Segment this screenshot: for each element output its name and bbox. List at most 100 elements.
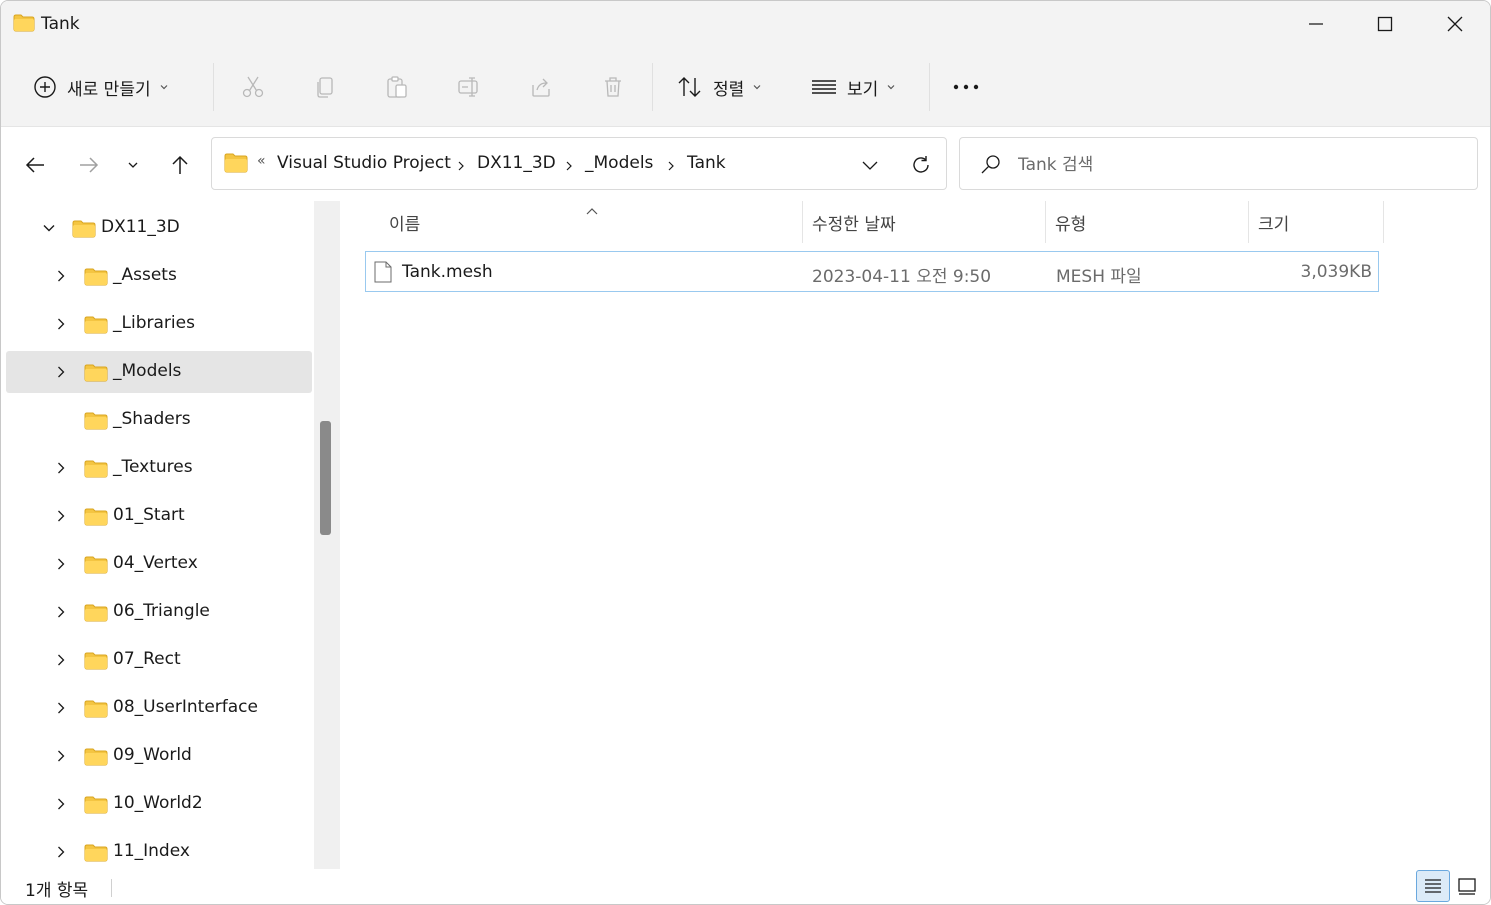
tree-item-04-vertex[interactable]: 04_Vertex [6, 543, 312, 585]
column-header-name-label: 이름 [389, 214, 421, 235]
plus-circle-icon [34, 76, 56, 98]
file-icon [374, 261, 392, 287]
address-history-button[interactable] [856, 152, 884, 178]
new-button[interactable]: 새로 만들기 [33, 67, 169, 107]
breadcrumb-tank[interactable]: Tank [687, 153, 726, 173]
up-button[interactable] [162, 147, 198, 183]
column-header-name[interactable]: 이름 [379, 201, 799, 243]
column-header-date-label: 수정한 날짜 [812, 214, 896, 235]
search-box[interactable] [959, 137, 1478, 190]
more-options-button[interactable] [951, 67, 981, 107]
folder-icon [13, 14, 35, 36]
breadcrumb-dx11-3d[interactable]: DX11_3D [477, 153, 556, 173]
chevron-right-icon[interactable] [54, 557, 68, 571]
folder-icon [84, 508, 108, 530]
paste-button[interactable] [385, 67, 409, 107]
chevron-right-icon[interactable] [54, 797, 68, 811]
share-icon [532, 78, 550, 97]
tree-item-label: _Assets [113, 265, 177, 285]
chevron-right-icon[interactable] [54, 269, 68, 283]
view-button[interactable]: 보기 [811, 67, 896, 107]
folder-icon [84, 652, 108, 674]
close-button[interactable] [1420, 1, 1490, 47]
navigation-scrollbar-thumb[interactable] [320, 421, 331, 535]
column-header-type-label: 유형 [1055, 214, 1087, 235]
tree-item-label: 08_UserInterface [113, 697, 258, 717]
tree-item-label: 06_Triangle [113, 601, 210, 621]
chevron-right-icon[interactable] [54, 317, 68, 331]
file-type: MESH 파일 [1056, 267, 1142, 287]
delete-button[interactable] [601, 67, 625, 107]
address-bar[interactable]: « Visual Studio Project DX11_3D _Models … [211, 137, 947, 190]
tree-item-textures[interactable]: _Textures [6, 447, 312, 489]
tree-item-libraries[interactable]: _Libraries [6, 303, 312, 345]
tree-item-dx11-3d[interactable]: DX11_3D [6, 207, 312, 249]
tree-item-label: 10_World2 [113, 793, 203, 813]
tree-item-shaders[interactable]: _Shaders [6, 399, 312, 441]
tree-item-label: _Models [113, 361, 182, 381]
search-input[interactable] [1018, 152, 1448, 178]
tree-item-assets[interactable]: _Assets [6, 255, 312, 297]
breadcrumb-models[interactable]: _Models [585, 153, 653, 173]
tree-item-label: _Shaders [113, 409, 191, 429]
toolbar-divider [652, 63, 653, 111]
maximize-button[interactable] [1350, 1, 1420, 47]
maximize-icon [1377, 16, 1393, 32]
trash-icon [605, 77, 621, 97]
copy-button[interactable] [313, 67, 337, 107]
chevron-right-icon[interactable] [54, 845, 68, 859]
breadcrumb-visual-studio-project[interactable]: Visual Studio Project [277, 153, 451, 173]
chevron-right-icon[interactable] [54, 749, 68, 763]
minimize-button[interactable] [1281, 1, 1351, 47]
column-divider[interactable] [1383, 201, 1384, 243]
command-bar: 새로 만들기 정렬 보기 [1, 49, 1490, 127]
tree-item-11-index[interactable]: 11_Index [6, 831, 312, 869]
arrow-left-icon [25, 157, 44, 173]
navigation-scrollbar[interactable] [314, 201, 340, 869]
folder-icon [84, 268, 108, 290]
tree-item-07-rect[interactable]: 07_Rect [6, 639, 312, 681]
tree-item-08-userinterface[interactable]: 08_UserInterface [6, 687, 312, 729]
column-header-type[interactable]: 유형 [1045, 201, 1247, 243]
file-row[interactable]: Tank.mesh 2023-04-11 오전 9:50 MESH 파일 3,0… [365, 251, 1379, 292]
folder-icon [84, 316, 108, 338]
refresh-icon [913, 156, 929, 173]
column-header-size[interactable]: 크기 [1248, 201, 1382, 243]
chevron-down-icon[interactable] [42, 221, 56, 235]
chevron-right-icon[interactable] [54, 653, 68, 667]
folder-icon [72, 220, 96, 242]
item-count: 1개 항목 [25, 881, 89, 901]
chevron-right-icon[interactable] [54, 461, 68, 475]
chevron-right-icon[interactable] [54, 701, 68, 715]
refresh-button[interactable] [906, 150, 936, 180]
tree-item-10-world2[interactable]: 10_World2 [6, 783, 312, 825]
tree-item-models[interactable]: _Models [6, 351, 312, 393]
cut-button[interactable] [241, 67, 265, 107]
folder-icon [84, 796, 108, 818]
large-icons-view-button[interactable] [1450, 870, 1484, 902]
details-view-button[interactable] [1416, 870, 1450, 902]
tree-item-01-start[interactable]: 01_Start [6, 495, 312, 537]
tree-item-09-world[interactable]: 09_World [6, 735, 312, 777]
forward-button[interactable] [71, 147, 107, 183]
file-size: 3,039KB [1300, 262, 1372, 282]
chevron-down-icon [862, 161, 878, 170]
sort-button[interactable]: 정렬 [677, 67, 762, 107]
back-button[interactable] [17, 147, 53, 183]
minimize-icon [1309, 23, 1323, 25]
path-overflow-button[interactable]: « [257, 153, 266, 169]
title-bar: Tank [1, 1, 1490, 49]
sort-label: 정렬 [713, 79, 745, 100]
file-explorer-window: Tank 새로 만들기 정렬 보기 « Visual Studio Projec… [0, 0, 1491, 905]
tree-item-label: 07_Rect [113, 649, 181, 669]
window-title: Tank [41, 14, 80, 34]
recent-locations-button[interactable] [115, 147, 151, 183]
chevron-right-icon[interactable] [54, 509, 68, 523]
clipboard-icon [387, 76, 407, 98]
tree-item-06-triangle[interactable]: 06_Triangle [6, 591, 312, 633]
column-header-date[interactable]: 수정한 날짜 [802, 201, 1044, 243]
rename-button[interactable] [457, 67, 481, 107]
chevron-right-icon[interactable] [54, 365, 68, 379]
share-button[interactable] [529, 67, 553, 107]
chevron-right-icon[interactable] [54, 605, 68, 619]
